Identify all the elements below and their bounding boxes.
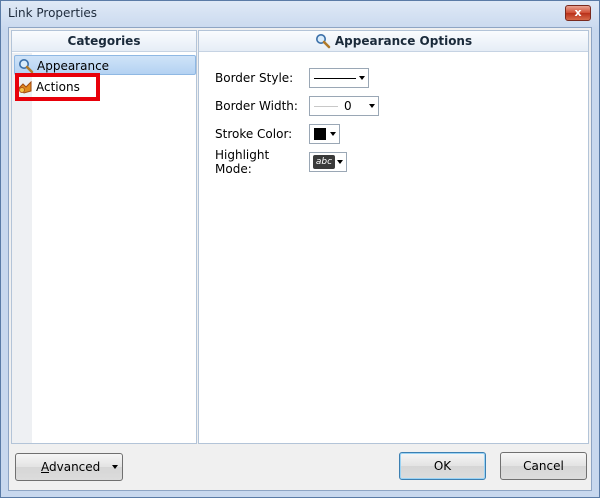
categories-panel: Categories Appearance Actions [11, 30, 197, 444]
categories-header: Categories [12, 31, 196, 52]
stroke-color-label: Stroke Color: [215, 127, 293, 141]
border-width-dropdown[interactable]: 0 [309, 96, 379, 116]
highlight-mode-row: Highlight Mode: abc [215, 148, 347, 176]
highlight-mode-swatch: abc [313, 155, 335, 169]
border-width-row: Border Width: 0 [215, 95, 379, 117]
highlight-mode-dropdown[interactable]: abc [309, 152, 347, 172]
chevron-down-icon [337, 160, 343, 164]
thin-line-sample [314, 106, 338, 107]
stroke-color-swatch [314, 128, 326, 140]
solid-line-sample [314, 78, 356, 79]
stroke-color-picker[interactable] [309, 124, 340, 144]
chevron-down-icon [369, 104, 375, 108]
close-icon: x [574, 6, 582, 19]
border-style-dropdown[interactable] [309, 68, 369, 88]
options-title: Appearance Options [334, 34, 473, 48]
border-width-value: 0 [344, 99, 352, 113]
border-style-label: Border Style: [215, 71, 294, 85]
window-title: Link Properties [8, 6, 98, 20]
options-header: Appearance Options [199, 31, 588, 52]
appearance-options-panel: Appearance Options Border Style: Border … [198, 30, 589, 444]
chevron-down-icon [359, 76, 365, 80]
chevron-down-icon [330, 132, 336, 136]
ok-button[interactable]: OK [399, 452, 486, 480]
cancel-button[interactable]: Cancel [500, 452, 587, 480]
advanced-button[interactable]: Advanced [15, 453, 123, 481]
magnifier-icon [19, 59, 34, 74]
category-appearance[interactable]: Appearance [14, 55, 196, 75]
annotation-highlight-box [15, 73, 100, 101]
stroke-color-row: Stroke Color: [215, 123, 340, 145]
dialog-body: Categories Appearance Actions Appearance… [8, 27, 592, 491]
chevron-down-icon[interactable] [112, 465, 118, 469]
dialog-buttons: Advanced OK Cancel [9, 446, 591, 490]
category-label: Appearance [37, 59, 110, 73]
link-properties-dialog: Link Properties x Categories Appearance [0, 0, 600, 498]
title-bar[interactable]: Link Properties x [1, 1, 599, 27]
categories-gutter [12, 53, 32, 443]
close-button[interactable]: x [565, 5, 591, 21]
highlight-mode-label: Highlight Mode: [215, 148, 270, 176]
border-style-row: Border Style: [215, 67, 369, 89]
magnifier-icon [315, 34, 331, 49]
border-width-label: Border Width: [215, 99, 298, 113]
advanced-button-label: Advanced [41, 460, 101, 474]
